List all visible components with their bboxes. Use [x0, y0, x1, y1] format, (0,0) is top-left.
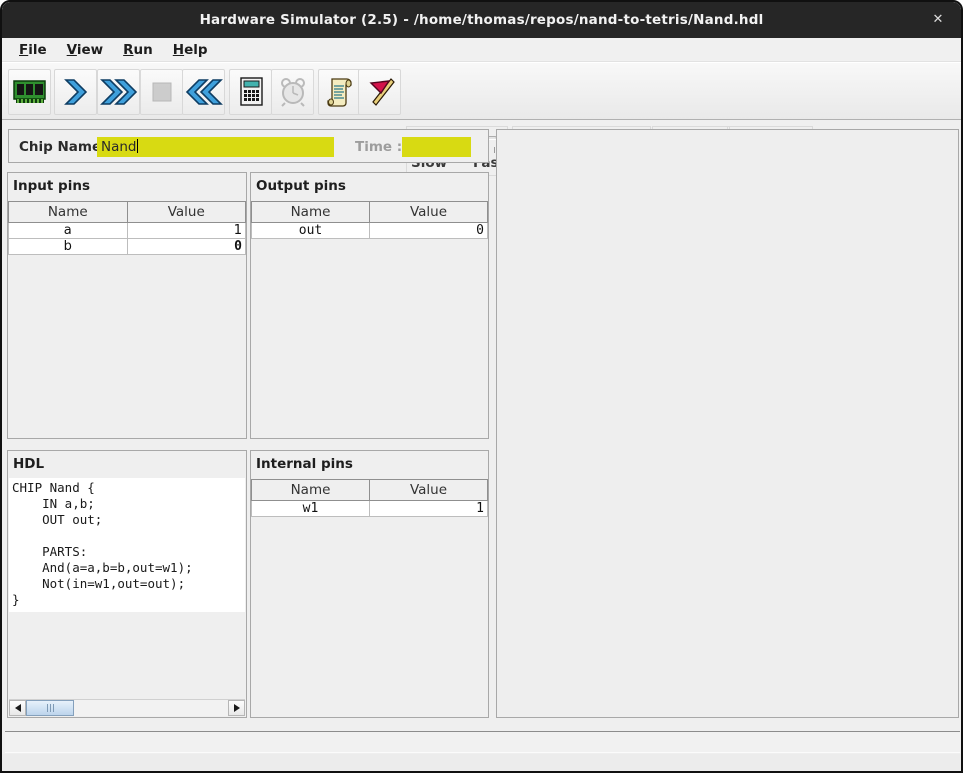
code-line: And(a=a,b=b,out=w1); [12, 560, 245, 576]
hdl-title: HDL [8, 451, 246, 477]
clock-button [271, 69, 314, 115]
calculator-icon [236, 76, 266, 108]
double-chevron-right-icon [100, 77, 138, 107]
title-bar: Hardware Simulator (2.5) - /home/thomas/… [2, 2, 961, 38]
pin-value: 1 [370, 501, 488, 517]
close-icon[interactable]: ✕ [927, 10, 949, 30]
code-line: Not(in=w1,out=out); [12, 576, 245, 592]
chip-display-panel [496, 129, 959, 718]
single-step-button[interactable] [54, 69, 97, 115]
chip-name-input[interactable]: Nand [97, 137, 334, 157]
menu-file[interactable]: File [10, 40, 56, 60]
input-pins-panel: Input pins Name Value a 1 b 0 [7, 172, 247, 439]
pin-name: out [252, 223, 370, 239]
scroll-icon [325, 76, 355, 108]
stop-square-icon [148, 78, 176, 106]
reset-button[interactable] [182, 69, 225, 115]
run-button[interactable] [97, 69, 140, 115]
hdl-panel: HDL CHIP Nand { IN a,b; OUT out; PARTS: … [7, 450, 247, 718]
menu-view[interactable]: View [58, 40, 112, 60]
output-pins-title: Output pins [251, 173, 488, 199]
table-row: a 1 [9, 223, 246, 239]
pin-name: a [9, 223, 128, 239]
input-pins-title: Input pins [8, 173, 246, 199]
load-chip-button[interactable] [8, 69, 51, 115]
internal-pins-title: Internal pins [251, 451, 488, 477]
app-window: Hardware Simulator (2.5) - /home/thomas/… [0, 0, 963, 773]
internal-pins-panel: Internal pins Name Value w1 1 [250, 450, 489, 718]
script-button[interactable] [318, 69, 361, 115]
column-header-value: Value [127, 202, 246, 223]
pin-value: 0 [370, 223, 488, 239]
memory-chip-icon [12, 77, 48, 107]
code-line: OUT out; [12, 512, 245, 528]
scroll-right-icon[interactable] [228, 700, 245, 716]
code-line: IN a,b; [12, 496, 245, 512]
hdl-horizontal-scrollbar[interactable] [9, 699, 245, 716]
pin-name: b [9, 239, 128, 255]
chevron-right-icon [62, 77, 90, 107]
stop-button [140, 69, 183, 115]
calculator-button[interactable] [229, 69, 272, 115]
time-label: Time : [355, 139, 402, 155]
scrollbar-thumb[interactable] [26, 700, 74, 716]
column-header-value: Value [370, 480, 488, 501]
toolbar: Slow Fast Animate: Program flow Format: … [2, 62, 961, 120]
pin-value[interactable]: 0 [127, 239, 246, 255]
time-input[interactable] [402, 137, 471, 157]
breakpoints-button[interactable] [358, 69, 401, 115]
pin-name: w1 [252, 501, 370, 517]
red-flag-icon [364, 76, 396, 108]
code-line: } [12, 592, 245, 608]
double-chevron-left-icon [185, 77, 223, 107]
pin-value[interactable]: 1 [127, 223, 246, 239]
column-header-value: Value [370, 202, 488, 223]
output-pins-panel: Output pins Name Value out 0 [250, 172, 489, 439]
window-title: Hardware Simulator (2.5) - /home/thomas/… [200, 12, 764, 28]
output-pins-table: Name Value out 0 [251, 201, 488, 239]
bottom-strip [2, 754, 961, 773]
menu-help[interactable]: Help [164, 40, 217, 60]
table-row: b 0 [9, 239, 246, 255]
status-bar [5, 731, 960, 753]
column-header-name: Name [252, 202, 370, 223]
column-header-name: Name [9, 202, 128, 223]
scroll-left-icon[interactable] [9, 700, 26, 716]
chip-header-panel: Chip Name : Nand Time : [8, 129, 489, 163]
column-header-name: Name [252, 480, 370, 501]
table-row: out 0 [252, 223, 488, 239]
internal-pins-table: Name Value w1 1 [251, 479, 488, 517]
code-line: PARTS: [12, 544, 245, 560]
input-pins-table: Name Value a 1 b 0 [8, 201, 246, 255]
code-line: CHIP Nand { [12, 480, 245, 496]
code-line [12, 528, 245, 544]
table-row: w1 1 [252, 501, 488, 517]
text-caret [137, 139, 138, 153]
alarm-clock-icon [277, 76, 309, 108]
menu-run[interactable]: Run [114, 40, 162, 60]
hdl-code-view: CHIP Nand { IN a,b; OUT out; PARTS: And(… [9, 478, 245, 612]
menu-bar: File View Run Help [2, 38, 961, 62]
